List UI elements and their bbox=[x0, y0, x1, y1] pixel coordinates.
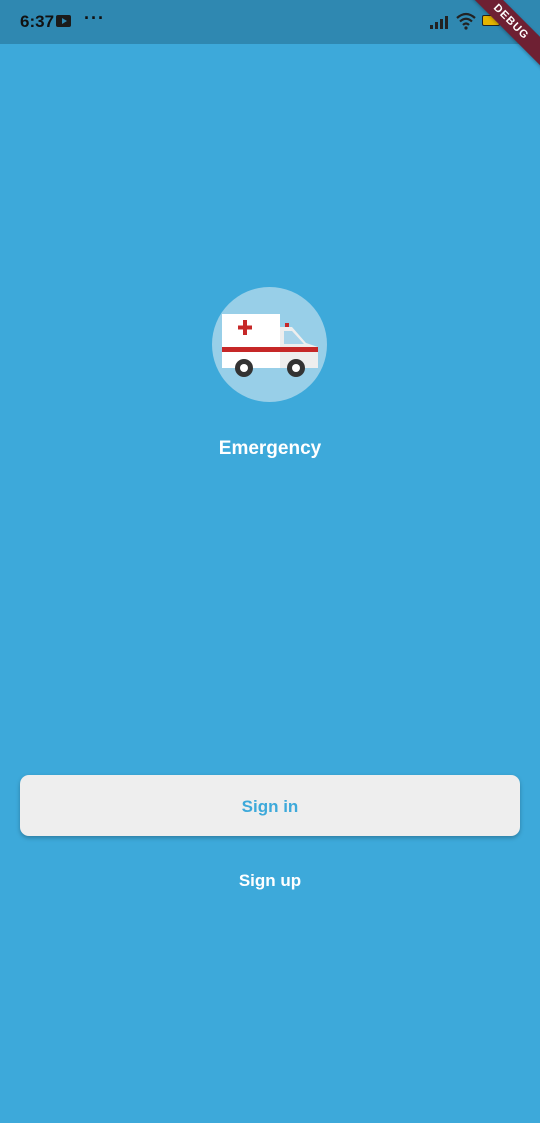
app-title: Emergency bbox=[218, 438, 322, 459]
more-dots-icon: ··· bbox=[84, 8, 105, 28]
sign-up-link[interactable]: Sign up bbox=[170, 862, 370, 900]
youtube-icon bbox=[56, 15, 71, 27]
status-bar: 6:37 ··· bbox=[0, 0, 540, 44]
signal-icon bbox=[430, 16, 448, 29]
wifi-icon bbox=[456, 12, 476, 30]
ambulance-icon bbox=[222, 314, 318, 377]
app-logo bbox=[212, 287, 327, 402]
sign-in-button[interactable]: Sign in bbox=[20, 775, 520, 836]
status-time: 6:37 bbox=[20, 12, 55, 31]
